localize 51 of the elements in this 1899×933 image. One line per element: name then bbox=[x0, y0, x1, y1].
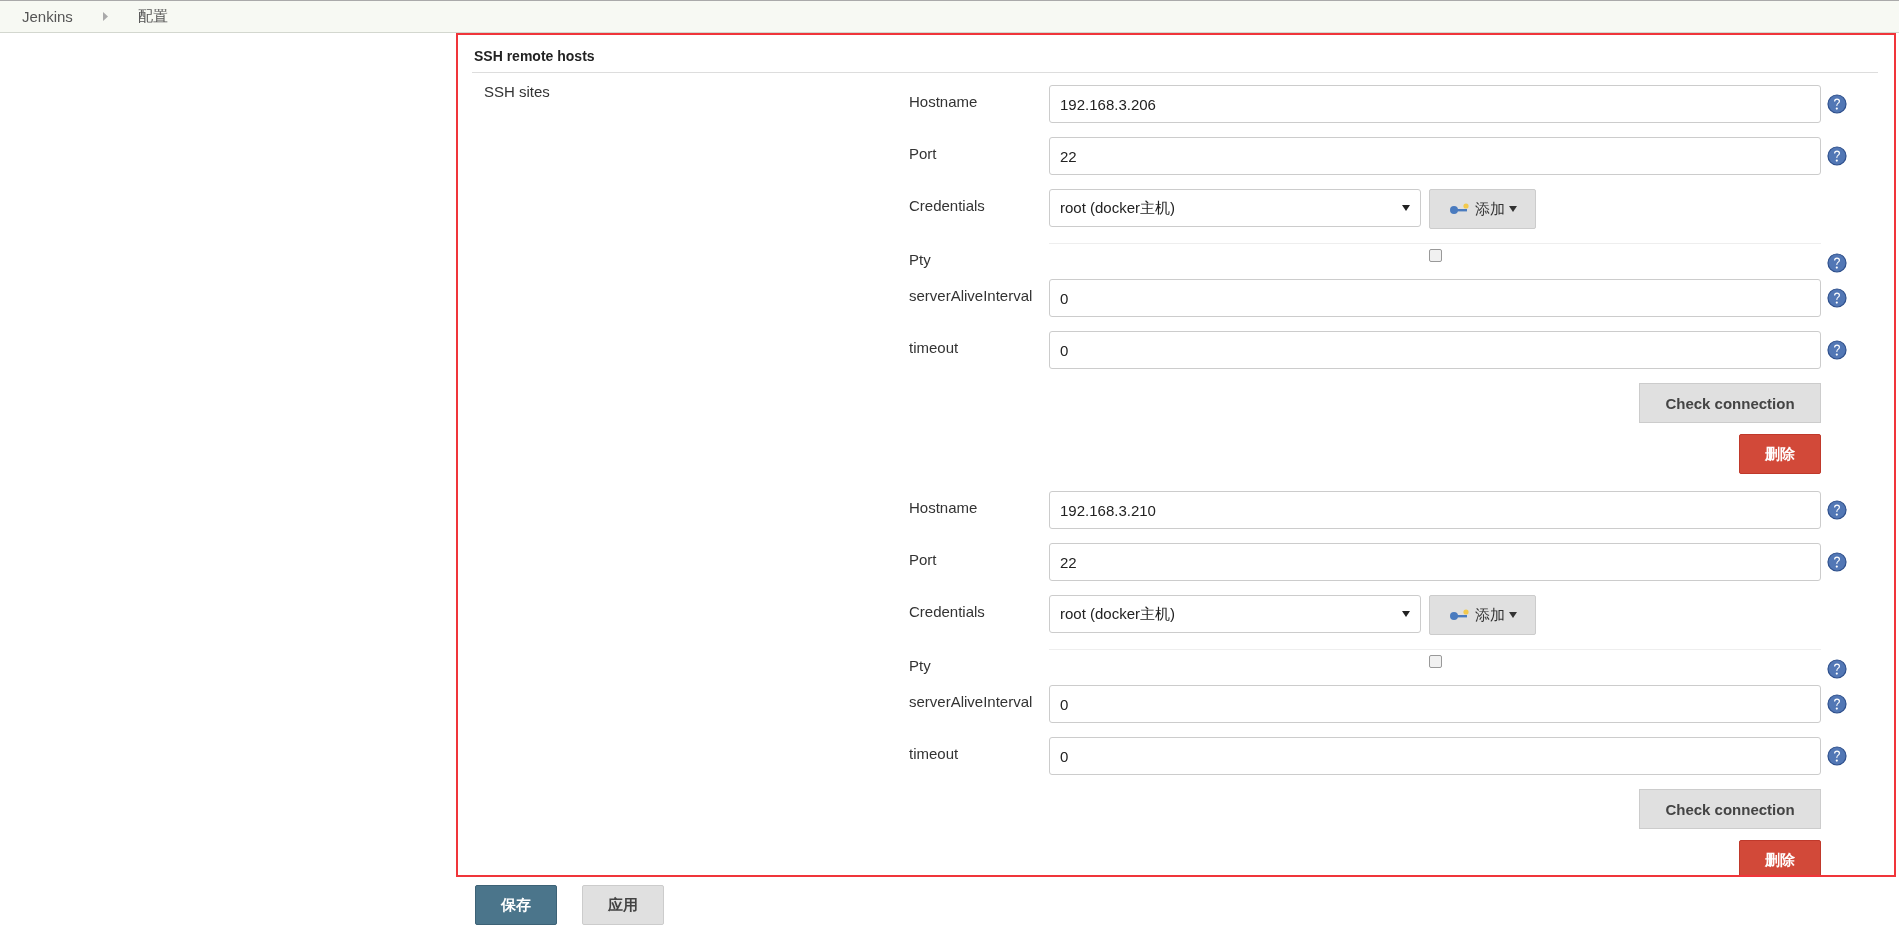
field-label: Hostname bbox=[909, 498, 979, 516]
text-field[interactable]: 0 bbox=[1049, 279, 1821, 317]
field-label: serverAliveInterval bbox=[909, 692, 1034, 710]
checkbox[interactable] bbox=[1429, 655, 1442, 668]
checkbox[interactable] bbox=[1429, 249, 1442, 262]
help-icon[interactable] bbox=[1827, 552, 1847, 572]
text-field[interactable]: 192.168.3.206 bbox=[1049, 85, 1821, 123]
dropdown-arrow-icon bbox=[1402, 205, 1410, 211]
add-button[interactable]: 添加 bbox=[1429, 189, 1536, 229]
field-label: Pty bbox=[909, 656, 932, 674]
chevron-icon bbox=[102, 12, 108, 21]
help-icon[interactable] bbox=[1827, 694, 1847, 714]
field-label: serverAliveInterval bbox=[909, 286, 1034, 304]
field-label: timeout bbox=[909, 338, 960, 356]
section-title: SSH remote hosts bbox=[472, 35, 1878, 73]
breadcrumb-link[interactable]: 配置 bbox=[137, 7, 168, 26]
breadcrumb-link[interactable]: Jenkins bbox=[22, 8, 73, 25]
field-label: Port bbox=[909, 144, 938, 162]
field-label: Credentials bbox=[909, 196, 986, 214]
field-label: Hostname bbox=[909, 92, 979, 110]
field-label: SSH sites bbox=[483, 82, 550, 100]
text-field[interactable]: 22 bbox=[1049, 137, 1821, 175]
help-icon[interactable] bbox=[1827, 146, 1847, 166]
help-icon[interactable] bbox=[1827, 746, 1847, 766]
help-icon[interactable] bbox=[1827, 500, 1847, 520]
delete-button[interactable]: 删除 bbox=[1739, 840, 1821, 875]
check-connection-button[interactable]: Check connection bbox=[1639, 383, 1821, 423]
field-label: Credentials bbox=[909, 602, 986, 620]
help-icon[interactable] bbox=[1827, 659, 1847, 679]
help-icon[interactable] bbox=[1827, 288, 1847, 308]
key-icon bbox=[1448, 203, 1471, 215]
help-icon[interactable] bbox=[1827, 94, 1847, 114]
text-field[interactable]: 192.168.3.210 bbox=[1049, 491, 1821, 529]
credentials-dropdown[interactable]: root (docker主机) bbox=[1049, 189, 1421, 227]
check-connection-button[interactable]: Check connection bbox=[1639, 789, 1821, 829]
delete-button[interactable]: 删除 bbox=[1739, 434, 1821, 474]
text-field[interactable]: 0 bbox=[1049, 685, 1821, 723]
text-field[interactable]: 0 bbox=[1049, 737, 1821, 775]
add-button[interactable]: 添加 bbox=[1429, 595, 1536, 635]
field-label: Pty bbox=[909, 250, 932, 268]
help-icon[interactable] bbox=[1827, 253, 1847, 273]
field-label: timeout bbox=[909, 744, 960, 762]
field-label: Port bbox=[909, 550, 938, 568]
text-field[interactable]: 0 bbox=[1049, 331, 1821, 369]
apply-button[interactable]: 应用 bbox=[582, 885, 664, 925]
save-button[interactable]: 保存 bbox=[475, 885, 557, 925]
credentials-dropdown[interactable]: root (docker主机) bbox=[1049, 595, 1421, 633]
text-field[interactable]: 22 bbox=[1049, 543, 1821, 581]
key-icon bbox=[1448, 609, 1471, 621]
dropdown-arrow-icon bbox=[1402, 611, 1410, 617]
help-icon[interactable] bbox=[1827, 340, 1847, 360]
